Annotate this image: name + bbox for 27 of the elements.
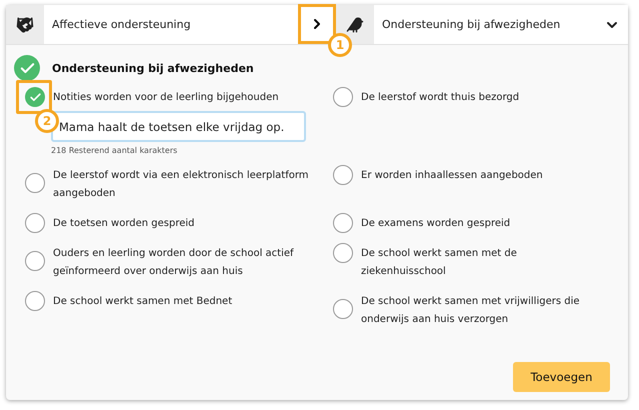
option-label: Er worden inhaallessen aangeboden	[361, 169, 544, 183]
option-checkbox[interactable]	[25, 87, 45, 107]
option-label: De leerstof wordt thuis bezorgd	[361, 91, 520, 105]
check-icon	[28, 90, 42, 104]
option-checkbox[interactable]	[25, 251, 45, 271]
option-label: Ouders en leerling worden door de school actief geïnformeerd over onderwijs aan huis	[53, 247, 295, 279]
character-counter: 218 Resterend aantal karakters	[51, 146, 178, 155]
option-label: Notities worden voor de leerling bijgehouden	[53, 91, 280, 105]
add-button[interactable]: Toevoegen	[513, 362, 610, 392]
option-checkbox[interactable]	[333, 299, 353, 319]
option-label: De examens worden gespreid	[361, 217, 512, 231]
section-title: Ondersteuning bij afwezigheden	[52, 62, 254, 74]
option-checkbox[interactable]	[333, 213, 353, 233]
option-checkbox[interactable]	[25, 213, 45, 233]
note-field[interactable]: Mama haalt de toetsen elke vrijdag op.	[51, 111, 306, 142]
callout-number: 1	[328, 33, 352, 57]
option-label: De toetsen worden gespreid	[53, 217, 196, 231]
option-checkbox[interactable]	[333, 87, 353, 107]
option-checkbox[interactable]	[333, 165, 353, 185]
option-checkbox[interactable]	[25, 291, 45, 311]
tab[interactable]: Ondersteuning bij afwezigheden	[382, 18, 604, 31]
option-label: De leerstof wordt via een elektronisch leerplatform aangeboden	[53, 169, 310, 201]
option-checkbox[interactable]	[333, 243, 353, 263]
option-label: De school werkt samen met vrijwilligers die onderwijs aan huis verzorgen	[361, 295, 581, 327]
option-label: De school werkt samen met Bednet	[53, 295, 234, 309]
option-label: De school werkt samen met de ziekenhuisschool	[361, 247, 518, 279]
option-checkbox[interactable]	[25, 173, 45, 193]
